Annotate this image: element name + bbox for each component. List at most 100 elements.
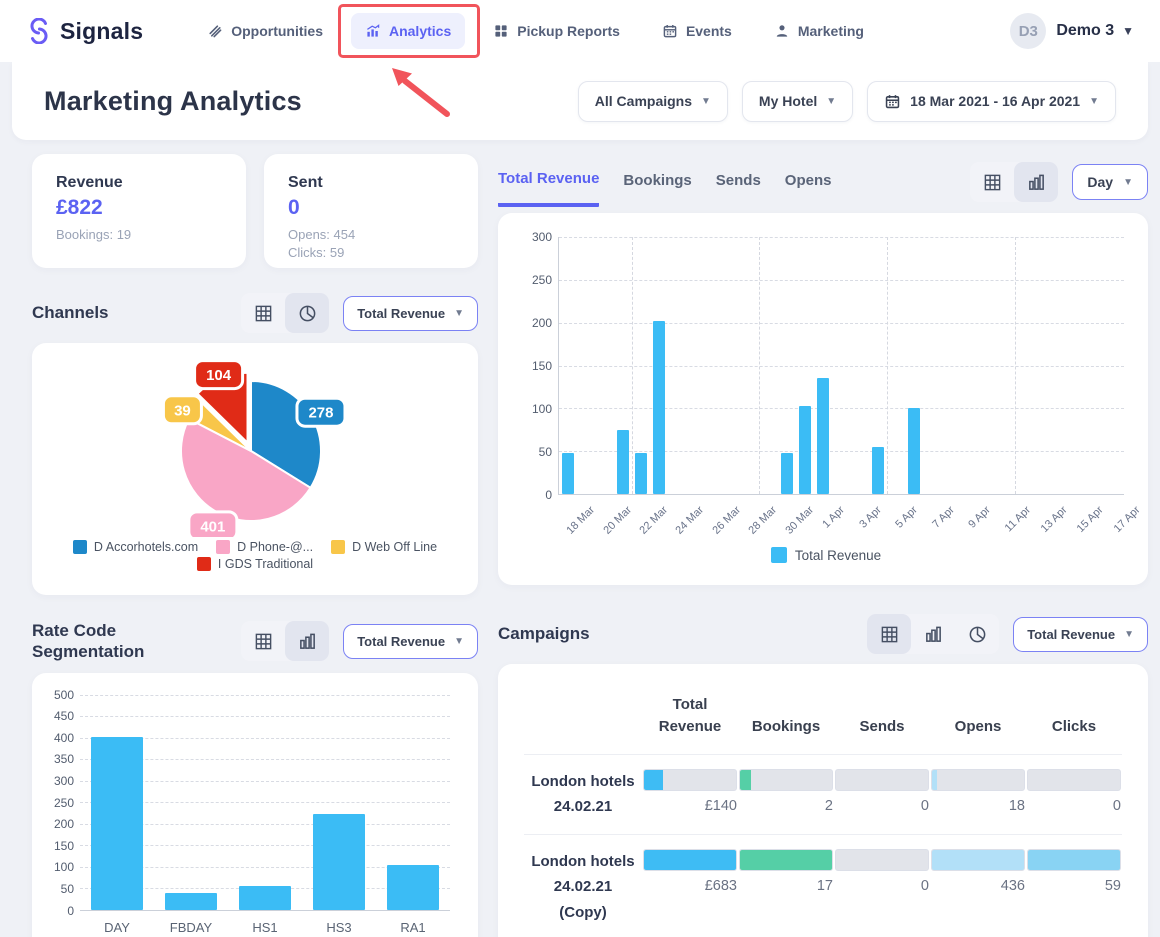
legend-swatch bbox=[331, 540, 345, 554]
bar-slot bbox=[1069, 237, 1087, 494]
x-tick-label: 20 Mar bbox=[601, 504, 634, 537]
bar[interactable] bbox=[239, 886, 291, 910]
bar[interactable] bbox=[799, 406, 811, 494]
legend-item-d-web-off-line[interactable]: D Web Off Line bbox=[331, 540, 437, 554]
column-header-opens[interactable]: Opens bbox=[930, 680, 1026, 754]
tab-bookings[interactable]: Bookings bbox=[623, 172, 691, 205]
stat-cards: Revenue£822Bookings: 19Sent0Opens: 454Cl… bbox=[32, 154, 478, 268]
bar-slot bbox=[905, 237, 923, 494]
legend-label: D Web Off Line bbox=[352, 540, 437, 554]
rate-code-metric-dropdown[interactable]: Total Revenue▼ bbox=[343, 624, 478, 659]
cell-value: 0 bbox=[1027, 798, 1121, 814]
bar-slot bbox=[741, 237, 759, 494]
nav-item-events[interactable]: Events bbox=[648, 13, 746, 49]
legend-item-d-accorhotels-com[interactable]: D Accorhotels.com bbox=[73, 540, 198, 554]
chevron-down-icon: ▼ bbox=[701, 96, 711, 107]
progress-track bbox=[1027, 769, 1121, 791]
bar[interactable] bbox=[313, 814, 365, 909]
campaign-row-name[interactable]: London hotels 24.02.21 bbox=[524, 755, 642, 834]
column-header-sends[interactable]: Sends bbox=[834, 680, 930, 754]
campaign-cell: £140 bbox=[642, 755, 738, 834]
bar[interactable] bbox=[781, 453, 793, 494]
bar[interactable] bbox=[817, 378, 829, 494]
nav-item-label: Marketing bbox=[798, 23, 864, 39]
rate-code-view-bar-toggle[interactable] bbox=[285, 621, 329, 661]
bar-chart-icon bbox=[924, 625, 943, 644]
filter-18-mar-2021-16-apr-2021[interactable]: 18 Mar 2021 - 16 Apr 2021▼ bbox=[867, 81, 1116, 122]
x-tick-label: RA1 bbox=[400, 920, 425, 935]
nav-item-label: Pickup Reports bbox=[517, 23, 620, 39]
tab-sends[interactable]: Sends bbox=[716, 172, 761, 205]
calendar-icon bbox=[884, 93, 901, 110]
bar-slot bbox=[1051, 237, 1069, 494]
campaigns-view-bar-toggle[interactable] bbox=[911, 614, 955, 654]
channels-pie-chart[interactable]: 27840139104 bbox=[46, 351, 460, 537]
bar[interactable] bbox=[165, 893, 217, 910]
campaign-cell: 17 bbox=[738, 835, 834, 937]
pie-chart-icon bbox=[968, 625, 987, 644]
legend-item-d-phone[interactable]: D Phone-@... bbox=[216, 540, 313, 554]
bar[interactable] bbox=[562, 453, 574, 494]
bar[interactable] bbox=[617, 430, 629, 494]
bar-slot bbox=[1087, 237, 1105, 494]
nav-item-opportunities[interactable]: Opportunities bbox=[193, 13, 337, 49]
bar[interactable] bbox=[91, 737, 143, 909]
y-tick-label: 300 bbox=[532, 230, 552, 244]
revenue-by-day-chart[interactable]: 05010015020025030018 Mar20 Mar22 Mar24 M… bbox=[524, 237, 1128, 495]
filter-my-hotel[interactable]: My Hotel▼ bbox=[742, 81, 853, 122]
cell-value: £140 bbox=[643, 798, 737, 814]
y-tick-label: 500 bbox=[54, 688, 74, 702]
column-header-bookings[interactable]: Bookings bbox=[738, 680, 834, 754]
channels-view-table-toggle[interactable] bbox=[241, 293, 285, 333]
legend-label: D Phone-@... bbox=[237, 540, 313, 554]
filter-all-campaigns[interactable]: All Campaigns▼ bbox=[578, 81, 728, 122]
table-icon bbox=[880, 625, 899, 644]
bar-slot bbox=[154, 695, 228, 910]
tab-opens[interactable]: Opens bbox=[785, 172, 832, 205]
campaign-row-name[interactable]: London hotels 24.02.21 (Copy) bbox=[524, 835, 642, 937]
bar[interactable] bbox=[635, 453, 647, 494]
column-header-total-revenue[interactable]: Total Revenue bbox=[642, 680, 738, 754]
nav-item-pickup-reports[interactable]: Pickup Reports bbox=[479, 13, 634, 49]
campaigns-metric-dropdown[interactable]: Total Revenue▼ bbox=[1013, 617, 1148, 652]
y-tick-label: 150 bbox=[532, 359, 552, 373]
metric-label: Total Revenue bbox=[357, 634, 445, 649]
rate-code-card: 050100150200250300350400450500DAYFBDAYHS… bbox=[32, 673, 478, 937]
channels-metric-dropdown[interactable]: Total Revenue▼ bbox=[343, 296, 478, 331]
legend-item-i-gds-traditional[interactable]: I GDS Traditional bbox=[197, 557, 313, 571]
bar[interactable] bbox=[653, 321, 665, 494]
table-icon bbox=[983, 173, 1002, 192]
y-tick-label: 300 bbox=[54, 774, 74, 788]
cell-value: 59 bbox=[1027, 878, 1121, 894]
bar-chart-icon bbox=[298, 632, 317, 651]
bar[interactable] bbox=[387, 865, 439, 910]
channels-view-pie-toggle[interactable] bbox=[285, 293, 329, 333]
bar-slot bbox=[650, 237, 668, 494]
cell-value: 2 bbox=[739, 798, 833, 814]
filter-label: 18 Mar 2021 - 16 Apr 2021 bbox=[910, 93, 1080, 109]
campaigns-view-pie-toggle[interactable] bbox=[955, 614, 999, 654]
rate-code-view-table-toggle[interactable] bbox=[241, 621, 285, 661]
bar-slot bbox=[1014, 237, 1032, 494]
nav-item-marketing[interactable]: Marketing bbox=[760, 13, 878, 49]
bar[interactable] bbox=[908, 408, 920, 494]
timeseries-card: 05010015020025030018 Mar20 Mar22 Mar24 M… bbox=[498, 213, 1148, 585]
filter-bar: All Campaigns▼ My Hotel▼ 18 Mar 2021 - 16 … bbox=[578, 81, 1116, 122]
bar-slot bbox=[869, 237, 887, 494]
tab-total-revenue[interactable]: Total Revenue bbox=[498, 170, 599, 207]
user-menu[interactable]: D3 Demo 3 ▼ bbox=[1010, 13, 1134, 49]
nav-item-analytics[interactable]: Analytics bbox=[351, 13, 465, 49]
x-tick-label: 5 Apr bbox=[893, 504, 920, 531]
bar[interactable] bbox=[872, 447, 884, 494]
bar-slot bbox=[614, 237, 632, 494]
campaigns-view-table-toggle[interactable] bbox=[867, 614, 911, 654]
x-tick-label: 22 Mar bbox=[637, 504, 670, 537]
bar-chart-icon bbox=[1027, 173, 1046, 192]
column-header-clicks[interactable]: Clicks bbox=[1026, 680, 1122, 754]
brand-logo[interactable]: Signals bbox=[26, 18, 143, 45]
rate-code-chart[interactable]: 050100150200250300350400450500DAYFBDAYHS… bbox=[46, 695, 460, 911]
interval-dropdown[interactable]: Day▼ bbox=[1072, 164, 1148, 200]
timeseries-view-table-toggle[interactable] bbox=[970, 162, 1014, 202]
timeseries-view-bar-toggle[interactable] bbox=[1014, 162, 1058, 202]
bar-slot bbox=[723, 237, 741, 494]
